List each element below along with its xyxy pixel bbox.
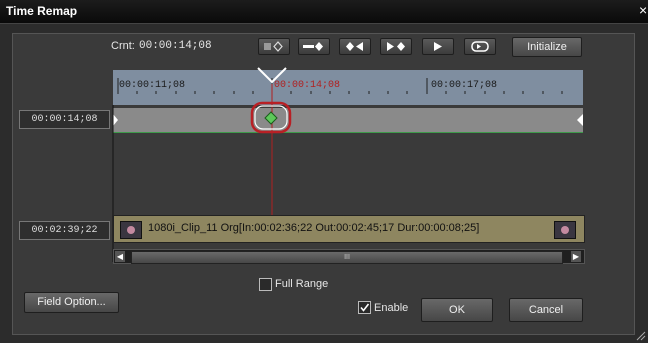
current-time-label: Crnt: (111, 40, 135, 52)
delete-keyframe-button[interactable] (298, 38, 330, 55)
close-icon[interactable]: × (639, 2, 647, 18)
clip-bar[interactable]: 1080i_Clip_11 Org[In:00:02:36;22 Out:00:… (113, 215, 585, 243)
loop-button[interactable] (464, 38, 496, 55)
delete-keyframe-icon (303, 42, 323, 51)
add-keyframe-icon (264, 41, 283, 52)
dialog-title: Time Remap (6, 4, 78, 18)
next-keyframe-icon (387, 42, 405, 51)
clip-thumbnail-start (120, 221, 142, 239)
scroll-right-arrow[interactable]: ▶ (571, 251, 581, 262)
initialize-button[interactable]: Initialize (512, 37, 582, 57)
clip-timecode-field[interactable]: 00:02:39;22 (19, 221, 110, 240)
next-keyframe-button[interactable] (380, 38, 412, 55)
full-range-label: Full Range (275, 278, 329, 290)
ruler-label-3: 00:00:17;08 (431, 80, 498, 91)
time-remap-dialog: Time Remap × Crnt: 00:00:14;08 Initializ… (0, 0, 648, 343)
ruler-label-current: 00:00:14;08 (274, 80, 341, 91)
full-range-checkbox[interactable] (259, 278, 272, 291)
current-time-value: 00:00:14;08 (139, 40, 212, 52)
clip-info-text: 1080i_Clip_11 Org[In:00:02:36;22 Out:00:… (148, 222, 480, 234)
current-timecode-field[interactable]: 00:00:14;08 (19, 110, 110, 129)
play-button[interactable] (422, 38, 454, 55)
end-keyframe-marker (577, 114, 583, 126)
enable-label: Enable (374, 302, 409, 314)
ok-button[interactable]: OK (421, 298, 493, 322)
field-option-button[interactable]: Field Option... (24, 292, 119, 313)
start-keyframe-marker (113, 114, 118, 126)
keyframe-track[interactable] (113, 108, 583, 133)
enable-checkbox[interactable] (358, 301, 371, 314)
checkmark-icon (360, 303, 370, 312)
loop-icon (471, 41, 489, 52)
prev-keyframe-button[interactable] (339, 38, 371, 55)
track-keyframes (113, 114, 583, 126)
play-icon (434, 42, 442, 51)
prev-keyframe-icon (346, 42, 363, 51)
scroll-left-arrow[interactable]: ◀ (115, 251, 125, 262)
resize-grip-icon[interactable] (636, 331, 646, 341)
horizontal-scrollbar[interactable]: ◀ III ▶ (113, 249, 585, 264)
add-keyframe-button[interactable] (258, 38, 290, 55)
clip-thumbnail-end (554, 221, 576, 239)
cancel-button[interactable]: Cancel (509, 298, 583, 322)
title-bar: Time Remap × (0, 0, 648, 24)
scroll-thumb[interactable]: III (131, 251, 563, 264)
ruler-label-1: 00:00:11;08 (119, 80, 186, 91)
